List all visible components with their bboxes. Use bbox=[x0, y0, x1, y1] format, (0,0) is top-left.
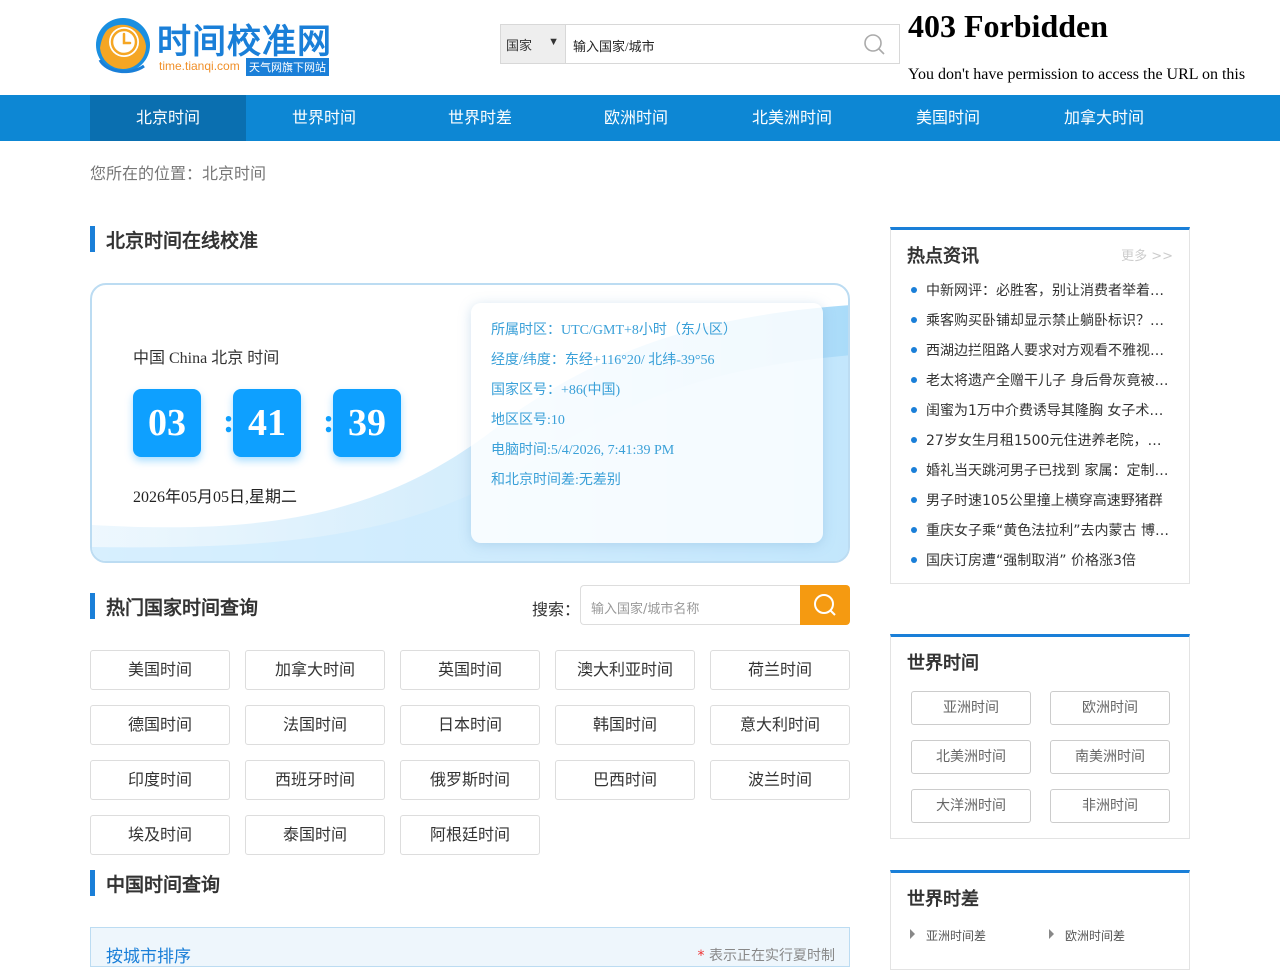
clock-panel: 中国 China 北京 时间 03 : 41 : 39 2026年05月05日,… bbox=[90, 283, 850, 563]
news-item[interactable]: 婚礼当天跳河男子已找到 家属：定制西装还在 bbox=[911, 460, 1173, 480]
country-search-label: 搜索： bbox=[532, 600, 581, 619]
country-button-thailand[interactable]: 泰国时间 bbox=[245, 815, 385, 855]
header-search: 国家 ▼ 输入国家/城市 bbox=[500, 24, 900, 64]
region-button-oceania[interactable]: 大洋洲时间 bbox=[911, 789, 1031, 823]
hot-news-title: 热点资讯 bbox=[907, 246, 979, 267]
country-button-italy[interactable]: 意大利时间 bbox=[710, 705, 850, 745]
dst-note-text: 表示正在实行夏时制 bbox=[709, 948, 835, 964]
region-button-north-america[interactable]: 北美洲时间 bbox=[911, 740, 1031, 774]
country-button-germany[interactable]: 德国时间 bbox=[90, 705, 230, 745]
country-button-poland[interactable]: 波兰时间 bbox=[710, 760, 850, 800]
clock-location: 中国 China 北京 时间 bbox=[133, 350, 280, 367]
news-item[interactable]: 男子时速105公里撞上横穿高速野猪群 bbox=[911, 490, 1173, 510]
country-button-russia[interactable]: 俄罗斯时间 bbox=[400, 760, 540, 800]
dst-note-star: * bbox=[697, 948, 705, 964]
region-button-asia[interactable]: 亚洲时间 bbox=[911, 691, 1031, 725]
news-item[interactable]: 西湖边拦阻路人要求对方观看不雅视频男子被拘 bbox=[911, 340, 1173, 360]
search-type-value: 国家 bbox=[506, 38, 533, 53]
search-button-icon bbox=[814, 594, 836, 616]
info-timezone: 所属时区：UTC/GMT+8小时（东八区） bbox=[491, 323, 737, 338]
logo-clock-icon bbox=[95, 17, 151, 74]
chevron-down-icon: ▼ bbox=[548, 36, 559, 48]
country-button-canada[interactable]: 加拿大时间 bbox=[245, 650, 385, 690]
country-button-uk[interactable]: 英国时间 bbox=[400, 650, 540, 690]
clock-section-title: 北京时间在线校准 bbox=[90, 226, 258, 253]
news-item[interactable]: 中新网评：必胜客，别让消费者举着放大镜点餐 bbox=[911, 280, 1173, 300]
country-search-placeholder: 输入国家/城市名称 bbox=[591, 602, 700, 617]
country-button-brazil[interactable]: 巴西时间 bbox=[555, 760, 695, 800]
nav-item-world-time[interactable]: 世界时间 bbox=[246, 95, 402, 141]
region-button-europe[interactable]: 欧洲时间 bbox=[1050, 691, 1170, 725]
search-input[interactable]: 输入国家/城市 bbox=[573, 36, 655, 55]
region-button-africa[interactable]: 非洲时间 bbox=[1050, 789, 1170, 823]
error-frame: 403 Forbidden You don't have permission … bbox=[908, 6, 1280, 88]
clock-hours: 03 bbox=[133, 389, 201, 457]
country-button-spain[interactable]: 西班牙时间 bbox=[245, 760, 385, 800]
nav-item-canada-time[interactable]: 加拿大时间 bbox=[1026, 95, 1182, 141]
site-header: 时间校准网 time.tianqi.com 天气网旗下网站 国家 ▼ 输入国家/… bbox=[0, 0, 1280, 95]
country-button-korea[interactable]: 韩国时间 bbox=[555, 705, 695, 745]
news-item[interactable]: 乘客购买卧铺却显示禁止躺卧标识？官方回应 bbox=[911, 310, 1173, 330]
search-icon[interactable] bbox=[863, 33, 885, 55]
nav-item-beijing-time[interactable]: 北京时间 bbox=[90, 95, 246, 141]
country-search-input[interactable]: 输入国家/城市名称 bbox=[580, 585, 800, 625]
nav-item-world-diff[interactable]: 世界时差 bbox=[402, 95, 558, 141]
nav-item-north-america-time[interactable]: 北美洲时间 bbox=[714, 95, 870, 141]
news-item[interactable]: 老太将遗产全赠干儿子 身后骨灰竟被扔在殡仪馆 bbox=[911, 370, 1173, 390]
nav-item-europe-time[interactable]: 欧洲时间 bbox=[558, 95, 714, 141]
country-search-button[interactable] bbox=[800, 585, 850, 625]
error-text: You don't have permission to access the … bbox=[908, 66, 1246, 88]
region-button-south-america[interactable]: 南美洲时间 bbox=[1050, 740, 1170, 774]
nav-item-usa-time[interactable]: 美国时间 bbox=[870, 95, 1026, 141]
info-area-code: 地区区号:10 bbox=[491, 413, 565, 428]
china-city-table-header: 按城市排序 * 表示正在实行夏时制 bbox=[90, 927, 850, 967]
china-section-title: 中国时间查询 bbox=[90, 870, 220, 897]
timezone-info-card: 所属时区：UTC/GMT+8小时（东八区） 经度/纬度：东经+116°20/ 北… bbox=[471, 303, 823, 543]
hot-news-more-link[interactable]: 更多 >> bbox=[1121, 245, 1173, 264]
clock-date: 2026年05月05日,星期二 bbox=[133, 489, 298, 506]
news-item[interactable]: 重庆女子乘“黄色法拉利”去内蒙古 博主回应 bbox=[911, 520, 1173, 540]
country-button-australia[interactable]: 澳大利亚时间 bbox=[555, 650, 695, 690]
country-button-japan[interactable]: 日本时间 bbox=[400, 705, 540, 745]
diff-link-asia[interactable]: 亚洲时间差 bbox=[910, 927, 986, 944]
sort-by-city-link[interactable]: 按城市排序 bbox=[106, 942, 191, 967]
info-time-difference: 和北京时间差:无差别 bbox=[491, 473, 621, 488]
logo-title: 时间校准网 bbox=[157, 22, 332, 62]
error-title: 403 Forbidden bbox=[908, 8, 1109, 44]
clock-seconds: 39 bbox=[333, 389, 401, 457]
country-button-usa[interactable]: 美国时间 bbox=[90, 650, 230, 690]
hot-news-panel: 热点资讯 更多 >> 中新网评：必胜客，别让消费者举着放大镜点餐 乘客购买卧铺却… bbox=[890, 227, 1190, 584]
main-nav: 北京时间 世界时间 世界时差 欧洲时间 北美洲时间 美国时间 加拿大时间 bbox=[0, 95, 1280, 141]
world-diff-title: 世界时差 bbox=[907, 889, 979, 910]
diff-link-europe[interactable]: 欧洲时间差 bbox=[1049, 927, 1125, 944]
news-item[interactable]: 闺蜜为1万中介费诱导其隆胸 女子术后感染 bbox=[911, 400, 1173, 420]
country-button-argentina[interactable]: 阿根廷时间 bbox=[400, 815, 540, 855]
countries-section-title: 热门国家时间查询 bbox=[90, 593, 258, 620]
search-type-select[interactable]: 国家 ▼ bbox=[501, 25, 566, 63]
world-diff-panel: 世界时差 bbox=[890, 870, 1190, 970]
dst-note: * 表示正在实行夏时制 bbox=[698, 945, 835, 965]
country-button-france[interactable]: 法国时间 bbox=[245, 705, 385, 745]
logo-url: time.tianqi.com bbox=[159, 59, 240, 73]
news-item[interactable]: 27岁女生月租1500元住进养老院，院方回应 bbox=[911, 430, 1173, 450]
site-logo[interactable]: 时间校准网 time.tianqi.com 天气网旗下网站 bbox=[92, 14, 342, 78]
news-item[interactable]: 国庆订房遭“强制取消” 价格涨3倍 bbox=[911, 550, 1173, 570]
clock-minutes: 41 bbox=[233, 389, 301, 457]
info-coordinates: 经度/纬度：东经+116°20/ 北纬-39°56 bbox=[491, 353, 715, 368]
country-button-india[interactable]: 印度时间 bbox=[90, 760, 230, 800]
country-button-egypt[interactable]: 埃及时间 bbox=[90, 815, 230, 855]
country-button-netherlands[interactable]: 荷兰时间 bbox=[710, 650, 850, 690]
info-country-code: 国家区号：+86(中国) bbox=[491, 383, 621, 398]
breadcrumb: 您所在的位置：北京时间 bbox=[90, 164, 267, 183]
logo-badge: 天气网旗下网站 bbox=[246, 58, 329, 76]
world-time-panel: 世界时间 亚洲时间 欧洲时间 北美洲时间 南美洲时间 大洋洲时间 非洲时间 bbox=[890, 634, 1190, 839]
info-computer-time: 电脑时间:5/4/2026, 7:41:39 PM bbox=[491, 443, 675, 458]
world-time-title: 世界时间 bbox=[907, 653, 979, 674]
